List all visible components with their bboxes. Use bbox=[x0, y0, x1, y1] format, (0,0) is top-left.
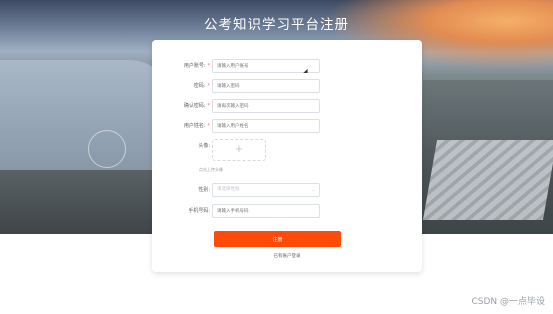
row-account: 用户账号: * bbox=[152, 59, 422, 73]
row-password: 密码: * bbox=[152, 79, 422, 93]
chevron-down-icon: ⌄ bbox=[311, 187, 315, 192]
label-password: 密码: * bbox=[193, 83, 210, 89]
label-gender: 性别: bbox=[198, 187, 210, 193]
avatar-uploader[interactable]: + bbox=[212, 139, 266, 161]
login-link[interactable]: 已有账户登录 bbox=[152, 253, 422, 259]
gender-select[interactable]: 请选择性别 ⌄ bbox=[212, 183, 320, 197]
name-input[interactable] bbox=[212, 119, 320, 133]
password-input[interactable] bbox=[212, 79, 320, 93]
register-button[interactable]: 注册 bbox=[214, 231, 341, 247]
label-name: 用户姓名: * bbox=[183, 123, 210, 129]
phone-input[interactable] bbox=[212, 204, 320, 218]
label-phone: 手机号码: bbox=[188, 208, 210, 214]
label-confirm-password: 确认密码: * bbox=[183, 103, 210, 109]
row-gender: 性别: 请选择性别 ⌄ bbox=[152, 183, 422, 197]
page-title: 公考知识学习平台注册 bbox=[204, 17, 349, 33]
upload-hint: 点击上传头像 bbox=[199, 167, 223, 172]
plus-icon: + bbox=[234, 144, 244, 155]
city-left bbox=[0, 170, 160, 234]
confirm-password-input[interactable] bbox=[212, 99, 320, 113]
row-phone: 手机号码: bbox=[152, 204, 422, 218]
ferris-wheel bbox=[88, 130, 126, 168]
row-avatar: 头像: + bbox=[152, 139, 422, 161]
watermark: CSDN @一点毕设 bbox=[471, 297, 545, 307]
stadium-roof bbox=[422, 140, 553, 220]
label-avatar: 头像: bbox=[198, 143, 210, 149]
register-card: 用户账号:* 密码:* 确认密码:* 用户姓名:* 头像: + 点击上传头像 性… bbox=[152, 40, 422, 272]
label-account: 用户账号: * bbox=[183, 63, 210, 69]
row-name: 用户姓名: * bbox=[152, 119, 422, 133]
row-confirm-password: 确认密码: * bbox=[152, 99, 422, 113]
